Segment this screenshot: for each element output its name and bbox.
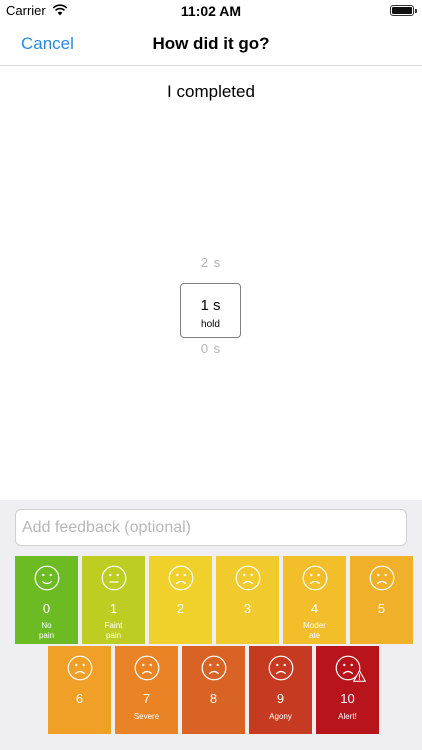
pain-level-label-line: Severe xyxy=(133,712,160,721)
pain-level-label: Moder ate xyxy=(285,621,344,641)
pain-level-label-line: No xyxy=(41,621,52,630)
pain-level-number: 9 xyxy=(276,691,285,706)
pain-level-label: Alert! xyxy=(318,712,377,722)
pain-level-5-button[interactable]: 5 xyxy=(350,556,413,644)
sad-face-icon xyxy=(302,565,328,591)
clock: 11:02 AM xyxy=(180,3,242,19)
pain-level-1-button[interactable]: 1 Faint pain xyxy=(82,556,145,644)
pain-level-number: 10 xyxy=(340,691,355,706)
pain-level-number: 4 xyxy=(310,601,319,616)
pain-level-9-button[interactable]: 9 Agony xyxy=(249,646,312,734)
pain-level-number: 0 xyxy=(42,601,51,616)
warning-icon xyxy=(353,670,366,682)
completion-heading: I completed xyxy=(167,82,255,101)
navigation-bar: Cancel How did it go? xyxy=(0,22,422,66)
pain-level-8-button[interactable]: 8 xyxy=(182,646,245,734)
picker-selected-value: 1 s xyxy=(200,297,221,314)
sad-face-icon xyxy=(134,655,160,681)
pain-scale-row-bottom: 6 7 Severe 8 9 Agony 10 Alert! xyxy=(48,646,379,734)
pain-level-number: 7 xyxy=(142,691,151,706)
battery-icon xyxy=(390,5,417,16)
sad-face-icon xyxy=(268,655,294,681)
picker-option-next[interactable]: 0 s xyxy=(0,341,422,356)
sad-face-icon xyxy=(67,655,93,681)
pain-level-0-button[interactable]: 0 No pain xyxy=(15,556,78,644)
rating-panel: 0Nopain1Faintpain234Moderate5 67Severe89… xyxy=(0,500,422,750)
status-bar: Carrier 11:02 AM xyxy=(0,0,422,22)
pain-level-label-line: pain xyxy=(38,631,55,640)
pain-level-label-line: Faint xyxy=(104,621,123,630)
pain-level-7-button[interactable]: 7 Severe xyxy=(115,646,178,734)
neutral-face-icon xyxy=(101,565,127,591)
pain-level-6-button[interactable]: 6 xyxy=(48,646,111,734)
sad-face-icon xyxy=(235,565,261,591)
pain-level-2-button[interactable]: 2 xyxy=(149,556,212,644)
pain-level-number: 2 xyxy=(176,601,185,616)
pain-level-label: Agony xyxy=(251,712,310,722)
page-title: How did it go? xyxy=(152,34,270,53)
sad-face-icon xyxy=(369,565,395,591)
pain-level-3-button[interactable]: 3 xyxy=(216,556,279,644)
pain-scale-row-top: 0 No pain 1 Faint pain 2 3 4 Moder ate 5 xyxy=(15,556,413,644)
pain-level-number: 3 xyxy=(243,601,252,616)
smiley-icon xyxy=(34,565,60,591)
feedback-input[interactable] xyxy=(15,509,407,546)
pain-level-label-line: pain xyxy=(105,631,122,640)
pain-level-label-line: ate xyxy=(308,631,321,640)
hold-duration-picker[interactable]: 1 s hold xyxy=(180,283,241,338)
pain-level-label-line: Alert! xyxy=(338,712,357,721)
picker-unit-label: hold xyxy=(201,319,220,330)
pain-level-10-button[interactable]: 10 Alert! xyxy=(316,646,379,734)
pain-level-label: Faint pain xyxy=(84,621,143,641)
pain-level-label-line: Moder xyxy=(303,621,326,630)
pain-level-number: 6 xyxy=(75,691,84,706)
pain-level-label: No pain xyxy=(17,621,76,641)
pain-level-label: Severe xyxy=(117,712,176,722)
pain-level-number: 1 xyxy=(109,601,118,616)
pain-level-4-button[interactable]: 4 Moder ate xyxy=(283,556,346,644)
pain-level-label-line: Agony xyxy=(269,712,292,721)
sad-face-icon xyxy=(201,655,227,681)
sad-face-icon xyxy=(168,565,194,591)
picker-option-previous[interactable]: 2 s xyxy=(0,255,422,270)
pain-level-number: 8 xyxy=(209,691,218,706)
pain-level-number: 5 xyxy=(377,601,386,616)
